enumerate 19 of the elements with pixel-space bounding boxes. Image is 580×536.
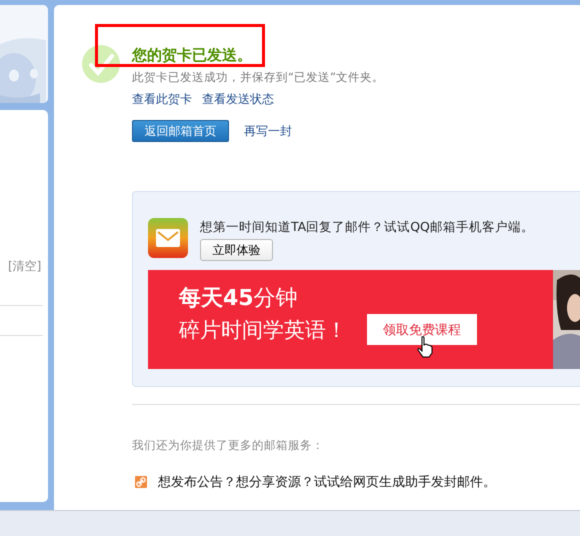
promo-text: 想第一时间知道TA回复了邮件？试试QQ邮箱手机客户端。: [200, 218, 534, 236]
return-button[interactable]: 返回邮箱首页: [132, 120, 229, 142]
banner-headline: 每天45分钟: [179, 285, 299, 313]
ad-banner[interactable]: 每天45分钟 碎片时间学英语！ 领取免费课程: [148, 270, 580, 369]
service-text: 想发布公告？想分享资源？试试给网页生成助手发封邮件。: [158, 474, 496, 491]
clear-link[interactable]: [清空]: [8, 258, 42, 275]
hand-cursor-icon: [417, 336, 433, 358]
success-title: 您的贺卡已发送。: [132, 45, 253, 65]
services-intro: 我们还为你提供了更多的邮箱服务：: [132, 438, 325, 453]
mail-app-icon: [148, 218, 188, 258]
write-again-link[interactable]: 再写一封: [244, 122, 292, 140]
link[interactable]: 查看发送状态: [202, 91, 274, 108]
banner-subline: 碎片时间学英语！: [179, 316, 347, 344]
check-icon: [82, 45, 120, 83]
link[interactable]: 查看此贺卡: [132, 91, 192, 108]
try-button[interactable]: 立即体验: [200, 239, 273, 261]
course-button[interactable]: 领取免费课程: [367, 314, 477, 345]
link-icon: [135, 476, 147, 488]
success-message: 此贺卡已发送成功，并保存到“已发送”文件夹。: [132, 69, 384, 85]
